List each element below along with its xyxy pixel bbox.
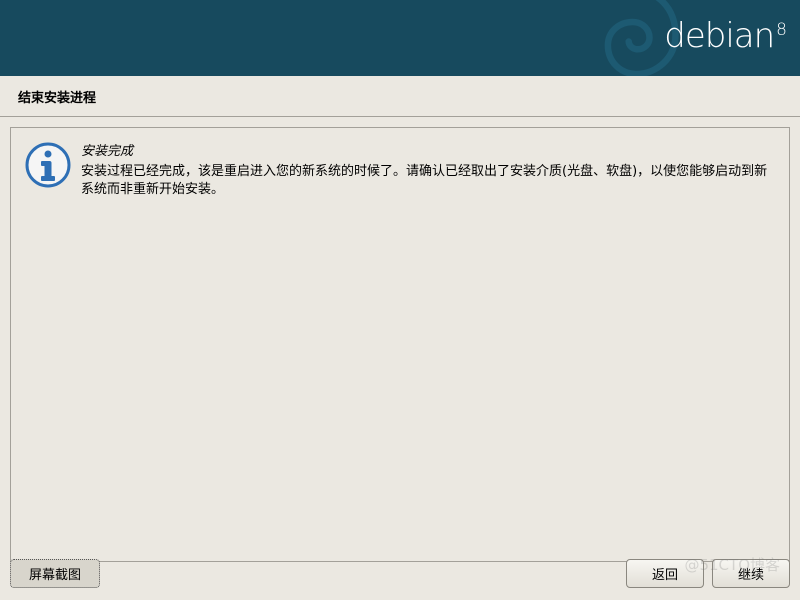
screenshot-button[interactable]: 屏幕截图 bbox=[10, 559, 100, 588]
banner: debian8 bbox=[0, 0, 800, 76]
message-title: 安装完成 bbox=[81, 140, 775, 159]
back-button[interactable]: 返回 bbox=[626, 559, 704, 588]
content-panel: 安装完成 安装过程已经完成，该是重启进入您的新系统的时候了。请确认已经取出了安装… bbox=[10, 127, 790, 562]
message-text: 安装完成 安装过程已经完成，该是重启进入您的新系统的时候了。请确认已经取出了安装… bbox=[81, 140, 775, 199]
info-icon bbox=[25, 142, 71, 188]
brand-logo: debian8 bbox=[664, 16, 786, 56]
brand-name: debian bbox=[664, 16, 774, 56]
message-body: 安装过程已经完成，该是重启进入您的新系统的时候了。请确认已经取出了安装介质(光盘… bbox=[81, 163, 775, 199]
continue-button[interactable]: 继续 bbox=[712, 559, 790, 588]
button-bar: 屏幕截图 返回 继续 bbox=[10, 559, 790, 588]
section-title: 结束安装进程 bbox=[0, 76, 800, 117]
brand-version: 8 bbox=[776, 20, 786, 40]
message-row: 安装完成 安装过程已经完成，该是重启进入您的新系统的时候了。请确认已经取出了安装… bbox=[25, 140, 775, 199]
